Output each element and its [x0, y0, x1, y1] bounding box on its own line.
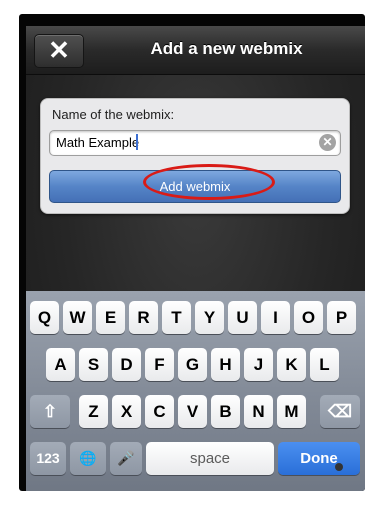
key-o[interactable]: O	[294, 301, 323, 334]
dictation-key[interactable]: 🎤	[110, 442, 142, 475]
key-m[interactable]: M	[277, 395, 306, 428]
key-r[interactable]: R	[129, 301, 158, 334]
highlight-annotation-circle	[143, 164, 275, 200]
numbers-key[interactable]: 123	[30, 442, 66, 475]
key-i[interactable]: I	[261, 301, 290, 334]
key-p[interactable]: P	[327, 301, 356, 334]
done-key[interactable]: Done	[278, 442, 360, 475]
key-t[interactable]: T	[162, 301, 191, 334]
key-y[interactable]: Y	[195, 301, 224, 334]
device-frame: ✕ Add a new webmix Name of the webmix: M…	[19, 14, 365, 491]
key-s[interactable]: S	[79, 348, 108, 381]
globe-key[interactable]: 🌐	[70, 442, 106, 475]
webmix-name-value: Math Example	[56, 135, 140, 150]
clear-input-icon[interactable]: ✕	[319, 134, 336, 151]
key-x[interactable]: X	[112, 395, 141, 428]
key-a[interactable]: A	[46, 348, 75, 381]
shift-icon: ⇧	[42, 402, 58, 421]
key-g[interactable]: G	[178, 348, 207, 381]
key-f[interactable]: F	[145, 348, 174, 381]
key-q[interactable]: Q	[30, 301, 59, 334]
navigation-bar: ✕ Add a new webmix	[26, 26, 365, 75]
key-u[interactable]: U	[228, 301, 257, 334]
key-c[interactable]: C	[145, 395, 174, 428]
delete-key[interactable]: ⌫	[320, 395, 360, 428]
webmix-name-label: Name of the webmix:	[52, 107, 175, 122]
space-key[interactable]: space	[146, 442, 274, 475]
app-screen: ✕ Add a new webmix Name of the webmix: M…	[26, 26, 365, 491]
shift-key[interactable]: ⇧	[30, 395, 70, 428]
key-b[interactable]: B	[211, 395, 240, 428]
close-icon: ✕	[48, 35, 70, 65]
backspace-icon: ⌫	[327, 402, 353, 421]
key-d[interactable]: D	[112, 348, 141, 381]
key-n[interactable]: N	[244, 395, 273, 428]
on-screen-keyboard: Q W E R T Y U I O P A S D F G H J K L ⇧ …	[26, 291, 365, 491]
key-v[interactable]: V	[178, 395, 207, 428]
globe-icon: 🌐	[79, 450, 97, 466]
key-l[interactable]: L	[310, 348, 339, 381]
webmix-name-input[interactable]: Math Example ✕	[49, 130, 341, 156]
device-dot	[335, 463, 343, 471]
key-e[interactable]: E	[96, 301, 125, 334]
key-k[interactable]: K	[277, 348, 306, 381]
text-cursor	[136, 134, 138, 150]
microphone-icon: 🎤	[117, 450, 135, 466]
add-webmix-form: Name of the webmix: Math Example ✕ Add w…	[40, 98, 350, 214]
close-button[interactable]: ✕	[34, 34, 84, 68]
key-j[interactable]: J	[244, 348, 273, 381]
key-z[interactable]: Z	[79, 395, 108, 428]
key-h[interactable]: H	[211, 348, 240, 381]
key-w[interactable]: W	[63, 301, 92, 334]
page-title: Add a new webmix	[150, 39, 303, 58]
